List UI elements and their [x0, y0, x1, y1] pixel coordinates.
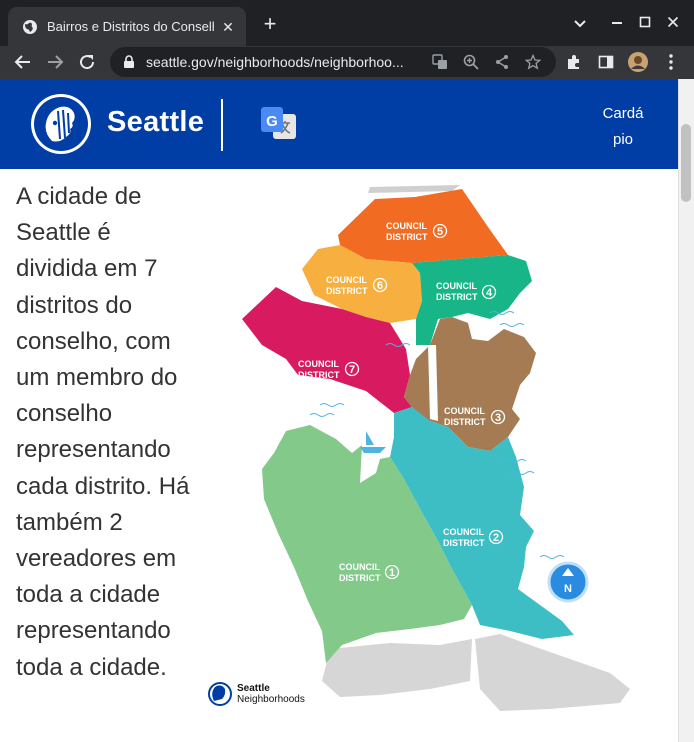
forward-icon[interactable] — [41, 48, 69, 76]
zoom-icon[interactable] — [460, 51, 482, 73]
svg-text:COUNCIL: COUNCIL — [386, 221, 427, 231]
tab-strip: Bairros e Distritos do Conselho ✕ + — [0, 0, 694, 46]
side-panel-icon[interactable] — [595, 51, 617, 73]
lock-icon — [124, 55, 134, 68]
site-brand[interactable]: Seattle — [107, 106, 204, 139]
svg-text:DISTRICT: DISTRICT — [326, 286, 368, 296]
svg-text:COUNCIL: COUNCIL — [443, 527, 484, 537]
seattle-neighborhoods-logo: Seattle Neighborhoods — [208, 682, 305, 706]
svg-text:6: 6 — [377, 280, 383, 292]
district-description: A cidade de Seattle é dividida em 7 dist… — [16, 183, 190, 681]
address-bar[interactable]: seattle.gov/neighborhoods/neighborhoo... — [110, 47, 556, 77]
north-arrow-label: N — [564, 583, 572, 595]
reload-icon[interactable] — [73, 48, 101, 76]
globe-icon — [23, 19, 37, 34]
svg-text:COUNCIL: COUNCIL — [339, 562, 380, 572]
browser-tab[interactable]: Bairros e Distritos do Conselho ✕ — [8, 7, 246, 46]
header-divider — [221, 99, 223, 151]
browser-toolbar: seattle.gov/neighborhoods/neighborhoo... — [0, 46, 694, 79]
svg-text:7: 7 — [349, 364, 355, 376]
maximize-icon[interactable] — [633, 11, 657, 35]
site-header: Seattle G Cardá pio — [0, 79, 678, 169]
svg-text:1: 1 — [389, 567, 395, 579]
svg-text:DISTRICT: DISTRICT — [443, 538, 485, 548]
menu-label-line1: Cardá — [602, 105, 644, 122]
page-viewport: Seattle G Cardá pio A cidade de Seattle … — [0, 79, 694, 742]
svg-text:3: 3 — [495, 412, 501, 424]
share-icon[interactable] — [491, 51, 513, 73]
tab-close-icon[interactable]: ✕ — [220, 19, 236, 35]
tab-title: Bairros e Distritos do Conselho — [47, 19, 214, 34]
url-text: seattle.gov/neighborhoods/neighborhoo... — [146, 54, 404, 70]
tab-search-icon[interactable] — [568, 11, 592, 35]
back-icon[interactable] — [9, 48, 37, 76]
extensions-icon[interactable] — [563, 51, 585, 73]
svg-text:COUNCIL: COUNCIL — [298, 359, 339, 369]
council-district-map: COUNCIL DISTRICT 5 COUNCIL DISTRICT 6 CO… — [208, 185, 630, 711]
svg-text:COUNCIL: COUNCIL — [326, 275, 367, 285]
translate-icon[interactable] — [429, 51, 451, 73]
map-gray-south-west — [322, 639, 472, 697]
svg-text:DISTRICT: DISTRICT — [339, 573, 381, 583]
north-arrow-icon: N — [547, 561, 589, 603]
map-gray-south-east — [475, 634, 630, 711]
svg-text:G: G — [266, 113, 278, 130]
minimize-icon[interactable] — [605, 11, 629, 35]
svg-text:COUNCIL: COUNCIL — [444, 406, 485, 416]
profile-avatar[interactable] — [627, 51, 649, 73]
logo-line1: Seattle — [237, 683, 270, 694]
menu-label-line2: pio — [612, 131, 634, 148]
svg-text:5: 5 — [437, 226, 443, 238]
menu-link[interactable]: Cardá pio — [598, 101, 648, 153]
svg-text:4: 4 — [486, 287, 493, 299]
new-tab-button[interactable]: + — [258, 13, 282, 37]
bookmark-star-icon[interactable] — [522, 51, 544, 73]
svg-text:DISTRICT: DISTRICT — [298, 370, 340, 380]
logo-line2: Neighborhoods — [237, 694, 305, 705]
more-menu-icon[interactable] — [660, 51, 682, 73]
svg-text:DISTRICT: DISTRICT — [444, 417, 486, 427]
svg-text:COUNCIL: COUNCIL — [436, 281, 477, 291]
google-translate-icon[interactable]: G — [260, 105, 298, 143]
close-window-icon[interactable] — [661, 11, 685, 35]
svg-text:DISTRICT: DISTRICT — [436, 292, 478, 302]
svg-text:DISTRICT: DISTRICT — [386, 232, 428, 242]
scrollbar-thumb[interactable] — [681, 124, 691, 202]
seattle-seal-icon[interactable] — [30, 93, 92, 155]
svg-text:2: 2 — [493, 532, 499, 544]
